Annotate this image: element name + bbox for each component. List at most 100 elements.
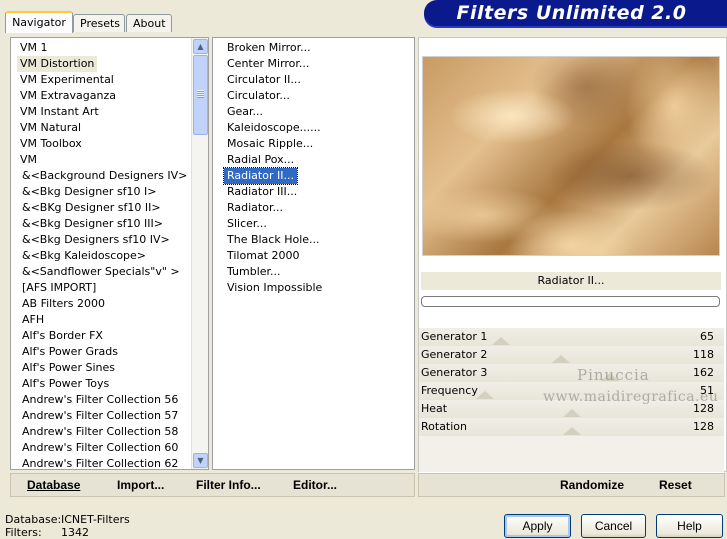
category-item[interactable]: Andrew's Filter Collection 60 [19, 440, 181, 456]
parameter-value: 118 [693, 348, 714, 361]
filter-item[interactable]: Tumbler... [224, 264, 284, 280]
parameter-slider[interactable]: Generator 2 118 [419, 346, 724, 365]
category-item[interactable]: VM Distortion [17, 56, 98, 72]
title-banner: Filters Unlimited 2.0 [424, 0, 727, 26]
category-item[interactable]: Alf's Power Toys [19, 376, 112, 392]
filter-item[interactable]: Kaleidoscope...... [224, 120, 324, 136]
category-item[interactable]: VM Natural [17, 120, 84, 136]
help-button[interactable]: Help [656, 514, 723, 538]
category-item[interactable]: Alf's Border FX [19, 328, 106, 344]
category-item[interactable]: &<Sandflower Specials"v" > [19, 264, 183, 280]
category-item[interactable]: &<Bkg Designers sf10 IV> [19, 232, 173, 248]
filter-list-panel: Broken Mirror... Center Mirror... Circulat… [212, 37, 415, 470]
filter-item[interactable]: Radiator II... [223, 167, 298, 185]
app-title: Filters Unlimited 2.0 [456, 2, 687, 24]
parameter-slider[interactable]: Generator 3 162 [419, 364, 724, 383]
category-item[interactable]: VM Instant Art [17, 104, 102, 120]
parameter-value: 162 [693, 366, 714, 379]
slider-track [419, 454, 724, 473]
category-item[interactable]: VM 1 [17, 40, 51, 56]
apply-button[interactable]: Apply [504, 514, 571, 538]
filter-item[interactable]: The Black Hole... [224, 232, 323, 248]
category-item[interactable]: VM [17, 152, 40, 168]
category-item[interactable]: Andrew's Filter Collection 57 [19, 408, 181, 424]
filter-list: Broken Mirror... Center Mirror... Circulat… [213, 40, 325, 296]
slider-thumb[interactable] [563, 427, 582, 435]
category-item[interactable]: VM Extravaganza [17, 88, 119, 104]
preview-image [422, 56, 720, 256]
category-scrollbar[interactable]: ▲ ▼ [191, 38, 208, 469]
category-item[interactable]: [AFS IMPORT] [19, 280, 99, 296]
filter-item[interactable]: Circulator II... [224, 72, 304, 88]
filter-item[interactable]: Center Mirror... [224, 56, 312, 72]
filter-item[interactable]: Radiator III... [224, 184, 300, 200]
reset-button[interactable]: Reset [659, 474, 692, 496]
category-item[interactable]: &<Bkg Designer sf10 III> [19, 216, 166, 232]
cancel-button[interactable]: Cancel [581, 514, 646, 538]
watermark-name: Pinuccia [577, 366, 650, 384]
category-item[interactable]: VM Experimental [17, 72, 117, 88]
database-button[interactable]: Database [27, 474, 80, 496]
preview-panel: Radiator II... Generator 1 65 Generator 2 1… [418, 37, 727, 473]
scroll-thumb[interactable] [193, 55, 208, 135]
parameter-slider[interactable]: Generator 1 65 [419, 328, 724, 347]
status-area: Database:ICNET-Filters Filters: 1342 [5, 513, 130, 539]
category-item[interactable]: &<BKg Designer sf10 II> [19, 200, 164, 216]
filter-item[interactable]: Vision Impossible [224, 280, 325, 296]
category-item[interactable]: Alf's Power Grads [19, 344, 121, 360]
slider-thumb[interactable] [476, 391, 495, 399]
category-item[interactable]: AFH [19, 312, 47, 328]
filters-count-label: Filters: [5, 526, 42, 539]
parameter-label: Generator 3 [421, 366, 488, 379]
category-item[interactable]: &<Bkg Designer sf10 I> [19, 184, 160, 200]
scroll-up-icon[interactable]: ▲ [193, 39, 208, 54]
filter-item[interactable]: Broken Mirror... [224, 40, 314, 56]
database-value: ICNET-Filters [61, 513, 130, 526]
import-button[interactable]: Import... [117, 474, 164, 496]
category-item[interactable]: &<Background Designers IV> [19, 168, 190, 184]
category-item[interactable]: &<Bkg Kaleidoscope> [19, 248, 149, 264]
category-item[interactable]: AB Filters 2000 [19, 296, 108, 312]
category-list-panel: VM 1 VM Distortion VM Experimental VM Extra… [10, 37, 209, 470]
progress-bar [421, 296, 720, 307]
filter-item[interactable]: Tilomat 2000 [224, 248, 302, 264]
filter-info-button[interactable]: Filter Info... [196, 474, 261, 496]
parameter-label: Generator 1 [421, 330, 488, 343]
slider-thumb[interactable] [492, 337, 511, 345]
slider-thumb[interactable] [563, 409, 582, 417]
grip-icon [197, 90, 204, 98]
slider-track [419, 436, 724, 455]
empty-slider-row [419, 454, 724, 473]
parameter-label: Rotation [421, 420, 468, 433]
parameter-value: 128 [693, 402, 714, 415]
parameter-label: Generator 2 [421, 348, 488, 361]
category-item[interactable]: Andrew's Filter Collection 56 [19, 392, 181, 408]
filter-item[interactable]: Gear... [224, 104, 266, 120]
slider-thumb[interactable] [551, 355, 570, 363]
right-toolbar: Randomize Reset [418, 473, 725, 497]
filter-item[interactable]: Mosaic Ripple... [224, 136, 316, 152]
database-label: Database: [5, 513, 62, 526]
parameter-label: Heat [421, 402, 448, 415]
tab-about[interactable]: About [126, 14, 172, 32]
parameter-slider[interactable]: Rotation 128 [419, 418, 724, 437]
editor-button[interactable]: Editor... [293, 474, 337, 496]
tab-presets[interactable]: Presets [73, 14, 125, 32]
category-list: VM 1 VM Distortion VM Experimental VM Extra… [11, 40, 190, 469]
filter-item[interactable]: Slicer... [224, 216, 270, 232]
scroll-down-icon[interactable]: ▼ [193, 453, 208, 468]
parameter-value: 128 [693, 420, 714, 433]
filter-item[interactable]: Radial Pox... [224, 152, 297, 168]
category-item[interactable]: VM Toolbox [17, 136, 85, 152]
category-item[interactable]: Andrew's Filter Collection 62 [19, 456, 181, 469]
tab-navigator[interactable]: Navigator [5, 11, 73, 33]
category-item[interactable]: Andrew's Filter Collection 58 [19, 424, 181, 440]
filters-count-value: 1342 [61, 526, 89, 539]
current-filter-name: Radiator II... [421, 272, 721, 290]
left-toolbar: Database Import... Filter Info... Editor… [10, 473, 415, 497]
randomize-button[interactable]: Randomize [560, 474, 624, 496]
filter-item[interactable]: Circulator... [224, 88, 293, 104]
parameter-label: Frequency [421, 384, 478, 397]
filter-item[interactable]: Radiator... [224, 200, 286, 216]
category-item[interactable]: Alf's Power Sines [19, 360, 118, 376]
